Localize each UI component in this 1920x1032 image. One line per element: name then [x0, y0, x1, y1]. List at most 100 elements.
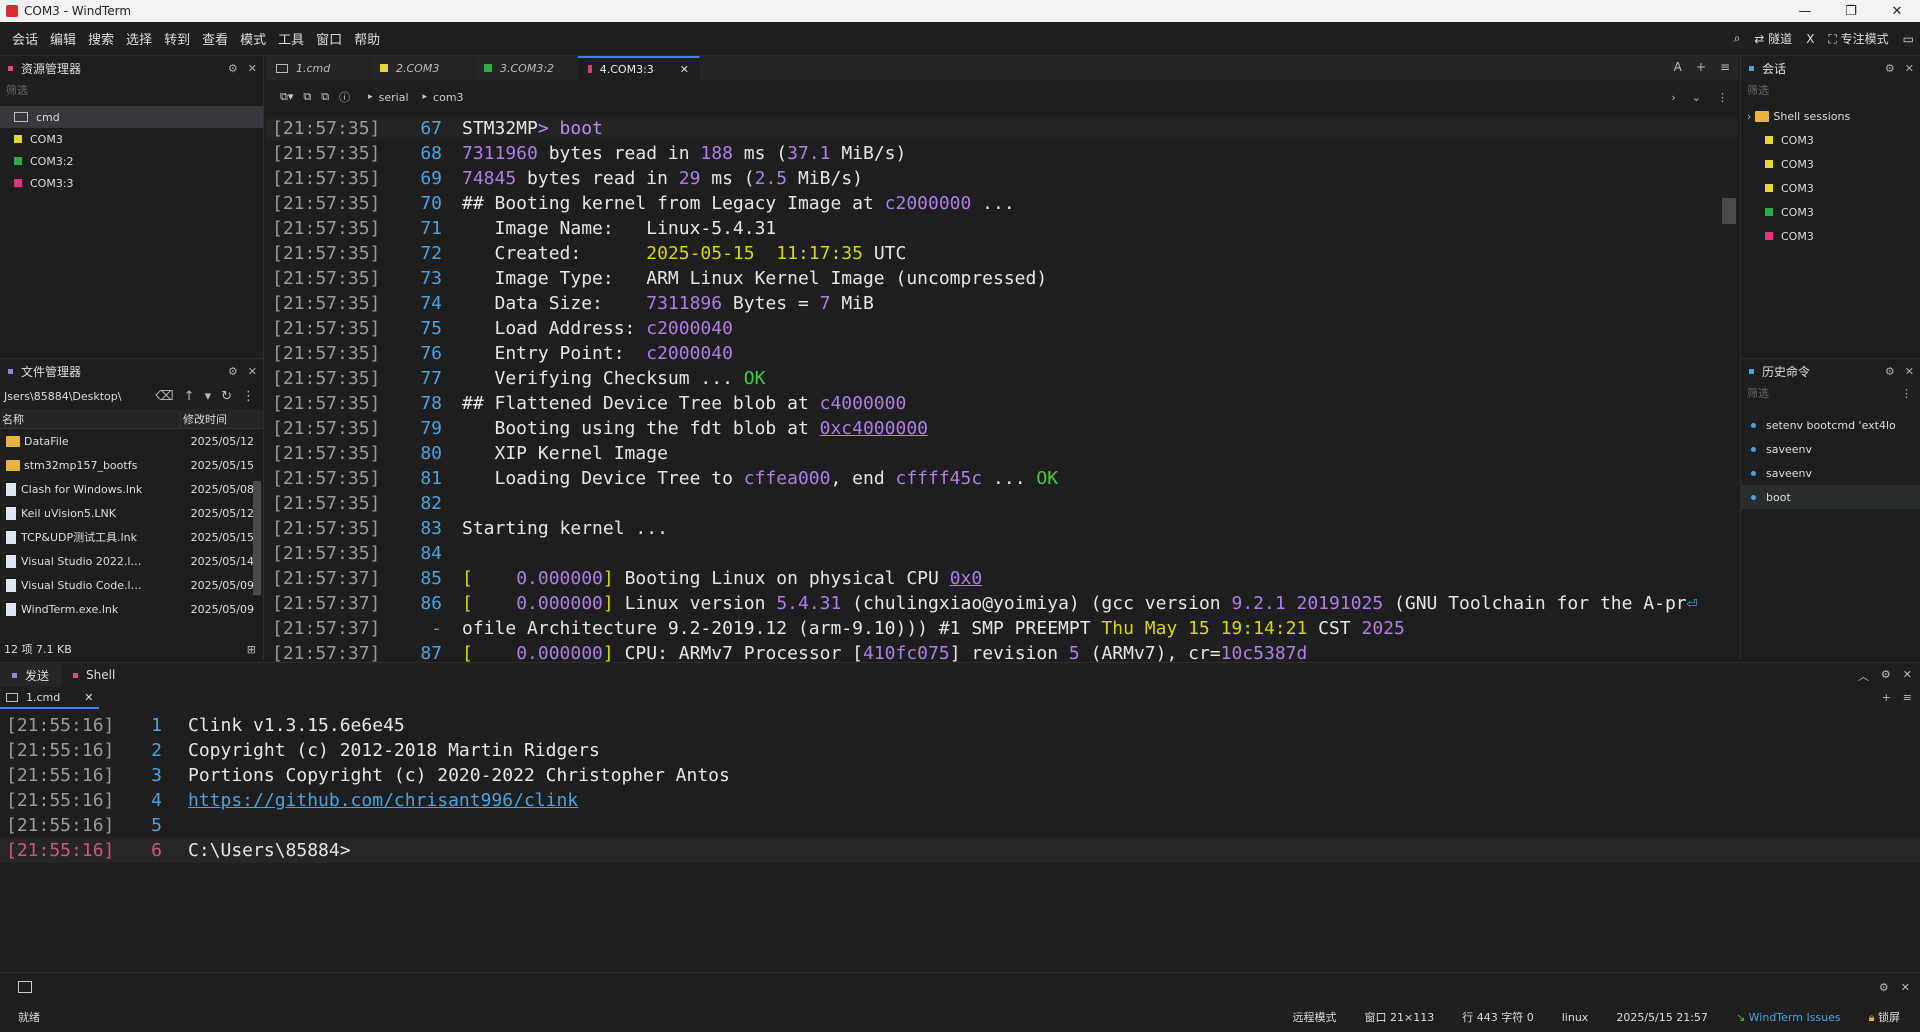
history-item[interactable]: setenv bootcmd 'ext4lo	[1741, 413, 1920, 437]
session-item[interactable]: COM3	[1741, 176, 1920, 200]
more-icon[interactable]: ⋮	[1901, 387, 1912, 400]
gear-icon[interactable]: ⚙	[1881, 668, 1891, 684]
history-item[interactable]: saveenv	[1741, 437, 1920, 461]
session-tab[interactable]: 3.COM3:2	[474, 56, 578, 80]
col-date[interactable]: 修改时间	[180, 410, 227, 427]
menu-item[interactable]: 帮助	[348, 29, 386, 48]
tab-menu-button[interactable]: ≡	[1720, 60, 1730, 74]
menu-item[interactable]: 窗口	[310, 29, 348, 48]
tab-send[interactable]: 发送	[0, 663, 62, 687]
explorer-item[interactable]: COM3	[0, 128, 263, 150]
session-tab[interactable]: 1.cmd	[266, 56, 370, 80]
info-icon[interactable]: ⓘ	[339, 89, 350, 105]
sessions-filter-input[interactable]: 筛选	[1741, 80, 1920, 100]
close-icon[interactable]: ✕	[1903, 668, 1912, 684]
close-window-button[interactable]: ✕	[1874, 0, 1920, 22]
file-row[interactable]: Keil uVision5.LNK 2025/05/12	[0, 501, 263, 525]
history-item[interactable]: saveenv	[1741, 461, 1920, 485]
focus-mode-button[interactable]: ⛶ 专注模式	[1828, 30, 1888, 47]
explorer-filter-input[interactable]: 筛选	[0, 80, 263, 100]
new-tab-button[interactable]: +	[1696, 60, 1706, 74]
chevron-down-icon[interactable]: ⌄	[1692, 91, 1701, 104]
x-button[interactable]: X	[1806, 32, 1814, 46]
session-item[interactable]: COM3	[1741, 152, 1920, 176]
menu-item[interactable]: 工具	[272, 29, 310, 48]
chevron-up-icon[interactable]: ︿	[1858, 668, 1869, 684]
terminal-scrollbar[interactable]	[1722, 198, 1736, 224]
file-row[interactable]: WindTerm.exe.lnk 2025/05/09	[0, 597, 263, 621]
file-row[interactable]: Visual Studio Code.l… 2025/05/09	[0, 573, 263, 597]
gear-icon[interactable]: ⚙	[1879, 981, 1889, 994]
file-list-scrollbar[interactable]	[253, 481, 261, 595]
breadcrumb-item[interactable]: com3	[433, 91, 464, 104]
remote-mode[interactable]: 远程模式	[1293, 1009, 1337, 1025]
send-icon[interactable]	[18, 981, 32, 993]
menu-item[interactable]: 查看	[196, 29, 234, 48]
refresh-icon[interactable]: ↻	[221, 389, 232, 404]
gear-icon[interactable]: ⚙	[228, 62, 238, 75]
gear-icon[interactable]: ⚙	[1885, 365, 1895, 378]
menu-icon[interactable]: ≡	[1903, 691, 1912, 704]
menu-item[interactable]: 转到	[158, 29, 196, 48]
new-session-icon[interactable]: ⧉▾	[280, 90, 293, 104]
next-icon[interactable]: ›	[1671, 91, 1675, 104]
gear-icon[interactable]: ⚙	[228, 365, 238, 378]
shell-sessions-folder[interactable]: › Shell sessions	[1741, 104, 1920, 128]
terminal-output[interactable]: [21:57:35] 67 STM32MP> boot [21:57:35] 68 731…	[266, 116, 1738, 662]
copy-session-icon[interactable]: ⧉	[303, 90, 311, 104]
line-text[interactable]: https://github.com/chrisant996/clink	[162, 788, 578, 813]
menu-item[interactable]: 编辑	[44, 29, 82, 48]
menu-item[interactable]: 选择	[120, 29, 158, 48]
path-bar[interactable]: Jsers\85884\Desktop\ ⌫ ↑ ▾ ↻ ⋮	[0, 383, 263, 409]
explorer-item[interactable]: COM3:2	[0, 150, 263, 172]
file-row[interactable]: DataFile 2025/05/12	[0, 429, 263, 453]
history-command: saveenv	[1766, 442, 1812, 456]
session-item[interactable]: COM3	[1741, 224, 1920, 248]
send-terminal[interactable]: [21:55:16] 1 Clink v1.3.15.6e6e45 [21:55:16…	[0, 713, 1920, 913]
more-icon[interactable]: ⋮	[242, 389, 255, 404]
lock-screen-button[interactable]: 🔒︎ 锁屏	[1869, 1009, 1900, 1025]
layout-icon[interactable]: ▭	[1903, 32, 1914, 46]
close-icon[interactable]: ✕	[1905, 62, 1914, 75]
session-tab[interactable]: 4.COM3:3 ✕	[578, 56, 700, 80]
col-name[interactable]: 名称	[0, 411, 180, 427]
more-icon[interactable]: ⋮	[1717, 91, 1728, 104]
up-arrow-icon[interactable]: ↑	[184, 389, 195, 404]
tab-shell[interactable]: Shell	[61, 663, 127, 687]
subtab-1-cmd[interactable]: 1.cmd ✕	[0, 687, 100, 709]
gear-icon[interactable]: ⚙	[1885, 62, 1895, 75]
font-button[interactable]: A	[1674, 60, 1682, 74]
chevron-down-icon[interactable]: ▾	[205, 389, 212, 404]
menu-item[interactable]: 会话	[6, 29, 44, 48]
close-icon[interactable]: ✕	[248, 365, 257, 378]
breadcrumb-item[interactable]: serial	[379, 91, 409, 104]
file-row[interactable]: Visual Studio 2022.l… 2025/05/14	[0, 549, 263, 573]
clear-path-icon[interactable]: ⌫	[155, 389, 173, 404]
menu-item[interactable]: 搜索	[82, 29, 120, 48]
close-icon[interactable]: ✕	[1901, 981, 1910, 994]
session-item[interactable]: COM3	[1741, 200, 1920, 224]
close-tab-icon[interactable]: ✕	[680, 63, 689, 76]
file-row[interactable]: TCP&UDP测试工具.lnk 2025/05/15	[0, 525, 263, 549]
send-input-row[interactable]: ⚙ ✕	[0, 972, 1920, 1002]
explorer-item[interactable]: cmd	[0, 106, 263, 128]
file-row[interactable]: stm32mp157_bootfs 2025/05/15	[0, 453, 263, 477]
close-icon[interactable]: ✕	[1905, 365, 1914, 378]
close-icon[interactable]: ✕	[248, 62, 257, 75]
session-tab[interactable]: 2.COM3	[370, 56, 474, 80]
tunnel-button[interactable]: ⇄ 隧道	[1754, 30, 1792, 47]
history-filter-input[interactable]: 筛选 ⋮	[1741, 383, 1920, 403]
issues-link[interactable]: ↘ WindTerm Issues	[1736, 1011, 1841, 1024]
session-item[interactable]: COM3	[1741, 128, 1920, 152]
close-icon[interactable]: ✕	[84, 691, 93, 704]
minimize-button[interactable]: —	[1782, 0, 1828, 22]
menu-item[interactable]: 模式	[234, 29, 272, 48]
file-row[interactable]: Clash for Windows.lnk 2025/05/08	[0, 477, 263, 501]
add-icon[interactable]: +	[1882, 691, 1891, 704]
history-item[interactable]: boot	[1741, 485, 1920, 509]
explorer-item[interactable]: COM3:3	[0, 172, 263, 194]
restore-button[interactable]: ❐	[1828, 0, 1874, 22]
search-icon[interactable]: ⌕	[1734, 31, 1741, 46]
new-folder-icon[interactable]: ⊞	[247, 643, 256, 656]
duplicate-icon[interactable]: ⧉	[321, 90, 329, 104]
